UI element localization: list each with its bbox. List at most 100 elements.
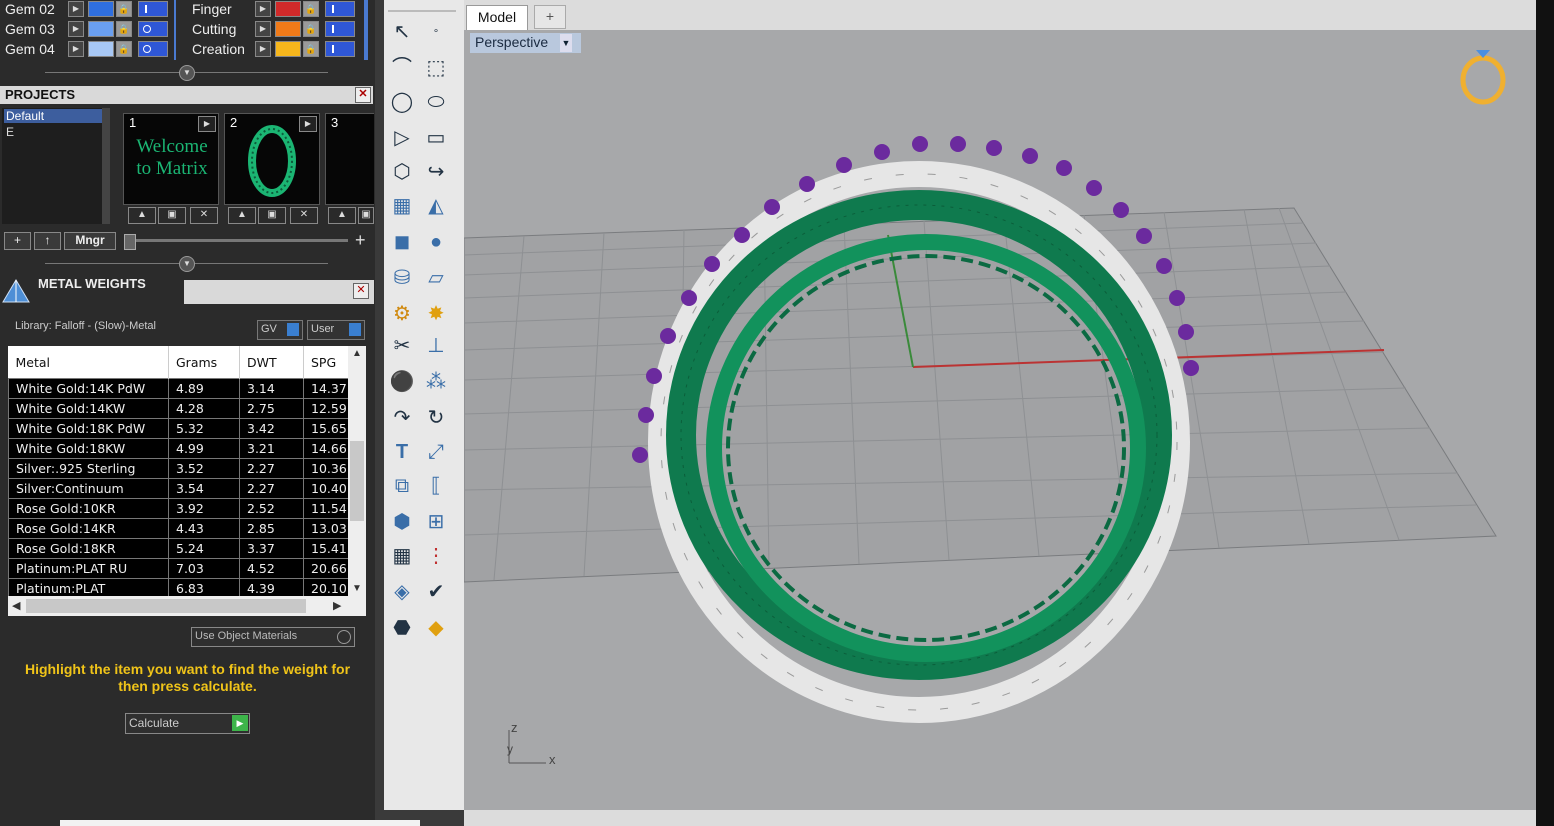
project-thumbnail[interactable]: 1 ▶ Welcome to Matrix [123, 113, 219, 205]
cylinder-icon[interactable]: ⛁ [386, 262, 418, 294]
layer-color-swatch[interactable] [275, 1, 301, 17]
ring-widget-icon[interactable] [1460, 50, 1506, 105]
surface-icon[interactable]: ▦ [386, 190, 418, 222]
scroll-down-icon[interactable]: ▼ [352, 583, 362, 594]
scroll-up-icon[interactable]: ▲ [352, 348, 362, 359]
visibility-toggle[interactable] [325, 1, 355, 17]
use-object-materials-toggle[interactable]: Use Object Materials [191, 627, 355, 647]
point-icon[interactable]: ∘ [420, 16, 452, 48]
table-cell[interactable]: 12.59 [303, 398, 349, 419]
curve-edit-icon[interactable]: ⬚ [420, 52, 452, 84]
table-row[interactable]: Rose Gold:18KR 5.24 3.37 15.41 [8, 538, 349, 559]
arc-icon[interactable]: ▷ [386, 122, 418, 154]
offset-curve-icon[interactable]: ↻ [420, 402, 452, 434]
table-cell[interactable]: 2.85 [239, 518, 304, 539]
project-list-scrollbar[interactable] [102, 108, 110, 224]
scene-canvas[interactable]: z y x [464, 30, 1536, 810]
column-header[interactable]: Metal [8, 346, 169, 379]
table-row[interactable]: White Gold:14K PdW 4.89 3.14 14.37 [8, 378, 349, 399]
dimension-icon[interactable]: ⊞ [420, 506, 452, 538]
table-cell[interactable]: Rose Gold:18KR [8, 538, 169, 559]
table-cell[interactable]: 2.27 [239, 478, 304, 499]
table-cell[interactable]: 13.03 [303, 518, 349, 539]
lock-icon[interactable]: 🔒 [303, 41, 319, 57]
slider-handle[interactable] [124, 234, 136, 250]
table-cell[interactable]: 11.54 [303, 498, 349, 519]
table-cell[interactable]: 3.14 [239, 378, 304, 399]
table-cell[interactable]: Silver:Continuum [8, 478, 169, 499]
visibility-toggle[interactable] [325, 21, 355, 37]
play-icon[interactable]: ▶ [299, 116, 317, 132]
table-row[interactable]: Platinum:PLAT RU 7.03 4.52 20.66 [8, 558, 349, 579]
scale-icon[interactable]: ⤢ [420, 436, 452, 468]
column-header[interactable]: SPG [303, 346, 349, 379]
table-cell[interactable]: 20.66 [303, 558, 349, 579]
layer-row[interactable]: Gem 03 ▶ 🔒 [0, 20, 170, 40]
layer-color-swatch[interactable] [88, 41, 114, 57]
table-cell[interactable]: 4.52 [239, 558, 304, 579]
layer-color-swatch[interactable] [275, 21, 301, 37]
table-row[interactable]: Rose Gold:14KR 4.43 2.85 13.03 [8, 518, 349, 539]
visibility-toggle[interactable] [138, 21, 168, 37]
column-header[interactable]: DWT [239, 346, 304, 379]
table-cell[interactable]: Rose Gold:10KR [8, 498, 169, 519]
save-icon[interactable]: ▣ [358, 207, 374, 224]
table-cell[interactable]: 7.03 [168, 558, 240, 579]
table-cell[interactable]: Silver:.925 Sterling [8, 458, 169, 479]
play-icon[interactable]: ▶ [255, 21, 271, 37]
scroll-thumb[interactable] [350, 441, 364, 521]
explode-icon[interactable]: ✸ [420, 298, 452, 330]
polygon-icon[interactable]: ⬡ [386, 156, 418, 188]
project-item[interactable]: E [4, 125, 14, 139]
layer-row[interactable]: Creation ▶ 🔒 [187, 40, 362, 60]
upload-button[interactable]: ↑ [34, 232, 61, 250]
move-up-button[interactable]: ▲ [128, 207, 156, 224]
close-icon[interactable]: ✕ [353, 283, 369, 299]
table-cell[interactable]: 15.65 [303, 418, 349, 439]
layer-row[interactable]: Gem 02 ▶ 🔒 [0, 0, 170, 20]
play-icon[interactable]: ▶ [198, 116, 216, 132]
close-icon[interactable]: ✕ [355, 87, 371, 103]
move-up-button[interactable]: ▲ [328, 207, 356, 224]
table-row[interactable]: Silver:Continuum 3.54 2.27 10.40 [8, 478, 349, 499]
move-up-button[interactable]: ▲ [228, 207, 256, 224]
table-row[interactable]: Rose Gold:10KR 3.92 2.52 11.54 [8, 498, 349, 519]
table-cell[interactable]: White Gold:14KW [8, 398, 169, 419]
project-list[interactable]: Default E [2, 108, 110, 224]
scroll-left-icon[interactable]: ◀ [12, 599, 20, 612]
table-cell[interactable]: Platinum:PLAT RU [8, 558, 169, 579]
join-curve-icon[interactable]: ↷ [386, 402, 418, 434]
collapse-knob-icon[interactable]: ▼ [179, 256, 195, 272]
select-arrow-icon[interactable]: ↖ [386, 16, 418, 48]
table-row[interactable]: White Gold:18KW 4.99 3.21 14.66 [8, 438, 349, 459]
layer-row[interactable]: Finger ▶ 🔒 [187, 0, 362, 20]
table-row[interactable]: Silver:.925 Sterling 3.52 2.27 10.36 [8, 458, 349, 479]
table-cell[interactable]: White Gold:18KW [8, 438, 169, 459]
group-icon[interactable]: ⁂ [420, 366, 452, 398]
layer-color-swatch[interactable] [275, 41, 301, 57]
loft-icon[interactable]: ◭ [420, 190, 452, 222]
perspective-viewport[interactable]: z y x Perspective ▼ [464, 30, 1536, 810]
scroll-thumb[interactable] [26, 599, 306, 613]
lock-icon[interactable]: 🔒 [116, 41, 132, 57]
table-cell[interactable]: 4.28 [168, 398, 240, 419]
layer-scrollbar[interactable] [364, 0, 368, 60]
play-icon[interactable]: ▶ [68, 41, 84, 57]
ellipse-icon[interactable]: ⬭ [420, 86, 452, 118]
rectangle-icon[interactable]: ▭ [420, 122, 452, 154]
table-cell[interactable]: White Gold:14K PdW [8, 378, 169, 399]
table-row[interactable]: White Gold:14KW 4.28 2.75 12.59 [8, 398, 349, 419]
material-icon[interactable]: ◆ [420, 612, 452, 644]
table-cell[interactable]: 5.32 [168, 418, 240, 439]
lock-icon[interactable]: 🔒 [116, 21, 132, 37]
table-cell[interactable]: 2.27 [239, 458, 304, 479]
user-toggle[interactable]: User [307, 320, 365, 340]
zoom-plus-button[interactable]: + [355, 230, 366, 251]
horizontal-scrollbar[interactable]: ◀ ▶ [8, 596, 366, 616]
check-icon[interactable]: ✔ [420, 576, 452, 608]
text-icon[interactable]: T [386, 436, 418, 468]
shade-icon[interactable]: ⬣ [386, 612, 418, 644]
render-icon[interactable]: ◈ [386, 576, 418, 608]
save-icon[interactable]: ▣ [158, 207, 186, 224]
grid-icon[interactable]: ▦ [386, 540, 418, 572]
